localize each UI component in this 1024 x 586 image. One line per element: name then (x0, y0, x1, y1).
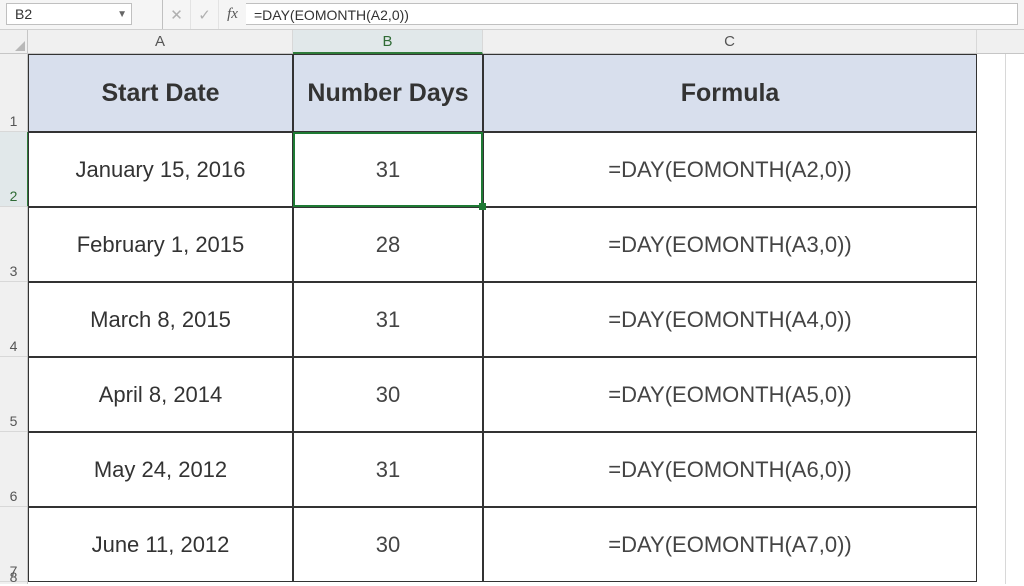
cell-B2[interactable]: 31 (293, 132, 483, 207)
column-header-C[interactable]: C (483, 30, 977, 53)
row-headers: 1 2 3 4 5 6 7 8 (0, 54, 28, 584)
cell-B6[interactable]: 31 (293, 432, 483, 507)
cell-A5[interactable]: April 8, 2014 (28, 357, 293, 432)
cell-A3[interactable]: February 1, 2015 (28, 207, 293, 282)
name-box[interactable]: B2 ▼ (6, 3, 132, 25)
cell-A2[interactable]: January 15, 2016 (28, 132, 293, 207)
cancel-formula-button[interactable]: ✕ (162, 0, 190, 29)
column-header-B[interactable]: B (293, 30, 483, 54)
cell-C7[interactable]: =DAY(EOMONTH(A7,0)) (483, 507, 977, 582)
spreadsheet-grid: A B C 1 2 3 4 5 6 7 8 Start Date Number … (0, 30, 1024, 584)
name-box-text: B2 (15, 6, 32, 22)
accept-formula-button[interactable]: ✓ (190, 0, 218, 29)
cell-C3[interactable]: =DAY(EOMONTH(A3,0)) (483, 207, 977, 282)
table-row: May 24, 2012 31 =DAY(EOMONTH(A6,0)) (28, 432, 1024, 507)
table-row: February 1, 2015 28 =DAY(EOMONTH(A3,0)) (28, 207, 1024, 282)
cell-C6[interactable]: =DAY(EOMONTH(A6,0)) (483, 432, 977, 507)
formula-input[interactable]: =DAY(EOMONTH(A2,0)) (246, 3, 1018, 25)
header-start-date[interactable]: Start Date (28, 54, 293, 132)
select-all-corner[interactable] (0, 30, 28, 54)
insert-function-button[interactable]: fx (218, 0, 246, 29)
column-headers: A B C (28, 30, 1024, 54)
cell-A6[interactable]: May 24, 2012 (28, 432, 293, 507)
cell-B5[interactable]: 30 (293, 357, 483, 432)
grid-right-edge (1005, 54, 1006, 584)
cells-area: Start Date Number Days Formula January 1… (28, 54, 1024, 584)
cell-C2[interactable]: =DAY(EOMONTH(A2,0)) (483, 132, 977, 207)
formula-bar: B2 ▼ ✕ ✓ fx =DAY(EOMONTH(A2,0)) (0, 0, 1024, 30)
table-row: January 15, 2016 31 =DAY(EOMONTH(A2,0)) (28, 132, 1024, 207)
fx-icon: fx (227, 6, 238, 23)
row-header-5[interactable]: 5 (0, 357, 27, 432)
table-header-row: Start Date Number Days Formula (28, 54, 1024, 132)
row-header-3[interactable]: 3 (0, 207, 27, 282)
cell-C4[interactable]: =DAY(EOMONTH(A4,0)) (483, 282, 977, 357)
table-row: March 8, 2015 31 =DAY(EOMONTH(A4,0)) (28, 282, 1024, 357)
row-header-2[interactable]: 2 (0, 132, 29, 207)
x-icon: ✕ (170, 6, 183, 24)
cell-B4[interactable]: 31 (293, 282, 483, 357)
column-header-A[interactable]: A (28, 30, 293, 53)
cell-C5[interactable]: =DAY(EOMONTH(A5,0)) (483, 357, 977, 432)
row-header-8[interactable]: 8 (0, 582, 27, 584)
header-formula[interactable]: Formula (483, 54, 977, 132)
check-icon: ✓ (198, 6, 211, 24)
cell-A4[interactable]: March 8, 2015 (28, 282, 293, 357)
cell-B7[interactable]: 30 (293, 507, 483, 582)
cell-A7[interactable]: June 11, 2012 (28, 507, 293, 582)
row-header-4[interactable]: 4 (0, 282, 27, 357)
table-row: June 11, 2012 30 =DAY(EOMONTH(A7,0)) (28, 507, 1024, 582)
row-header-6[interactable]: 6 (0, 432, 27, 507)
table-row: April 8, 2014 30 =DAY(EOMONTH(A5,0)) (28, 357, 1024, 432)
header-number-days[interactable]: Number Days (293, 54, 483, 132)
row-header-1[interactable]: 1 (0, 54, 27, 132)
chevron-down-icon[interactable]: ▼ (117, 9, 127, 20)
cell-B3[interactable]: 28 (293, 207, 483, 282)
